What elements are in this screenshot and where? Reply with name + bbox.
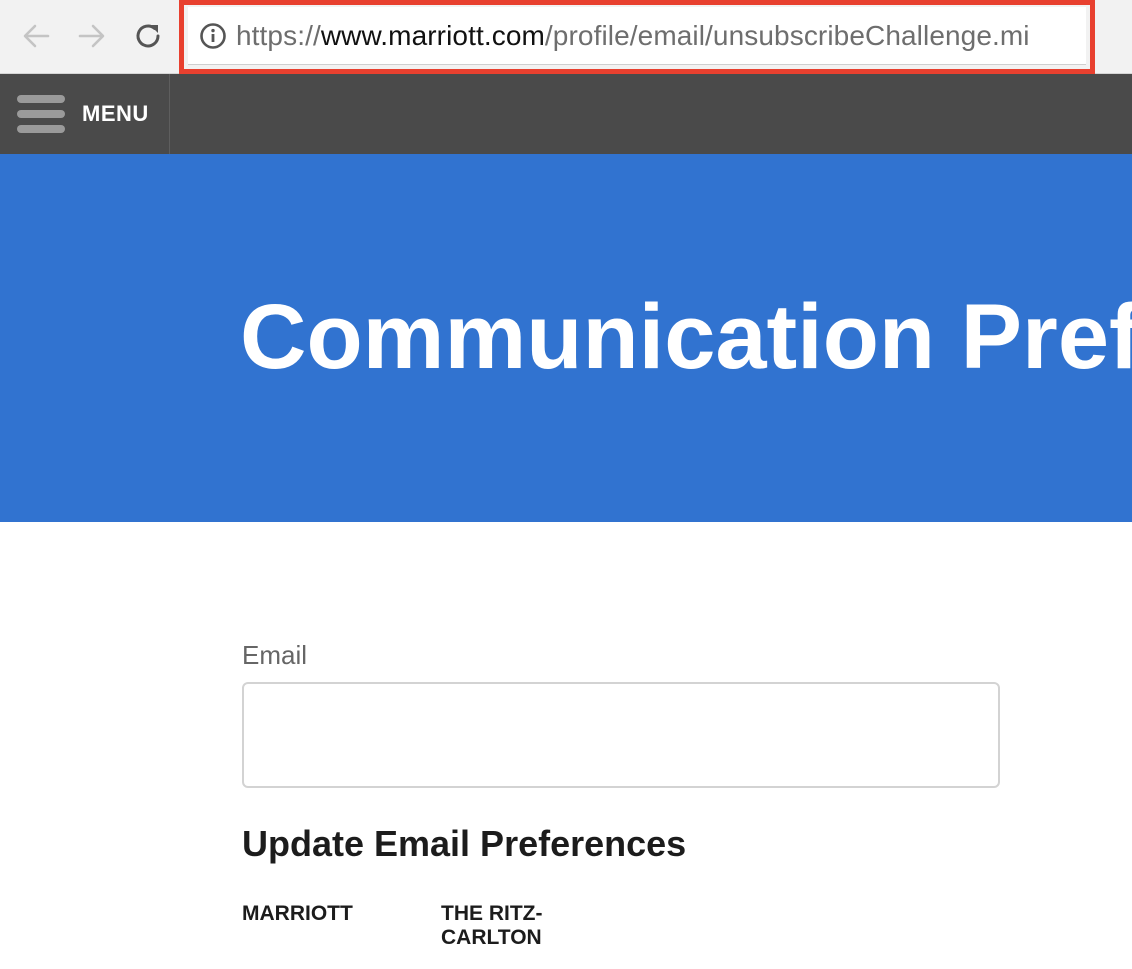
back-arrow-icon — [23, 24, 50, 48]
site-header: MENU — [0, 74, 1132, 154]
url-highlight-box — [179, 0, 1095, 74]
reload-icon — [136, 24, 160, 48]
menu-label: MENU — [82, 101, 149, 126]
browser-toolbar: https://www.marriott.com/profile/email/u… — [0, 0, 1132, 74]
menu-button[interactable]: MENU — [0, 74, 170, 154]
email-label: Email — [242, 640, 308, 670]
email-input[interactable] — [242, 682, 1000, 788]
hamburger-icon — [17, 95, 65, 133]
brand-tabs: MARRIOTT THE RITZ-CARLTON — [242, 902, 1002, 950]
brand-tab-marriott[interactable]: MARRIOTT — [242, 902, 441, 950]
brand-tab-ritz-carlton[interactable]: THE RITZ-CARLTON — [441, 902, 561, 950]
forward-button[interactable] — [74, 18, 110, 54]
reload-button[interactable] — [130, 18, 166, 54]
section-title: Update Email Preferences — [242, 823, 687, 864]
email-preferences-form: Email Update Email Preferences MARRIOTT … — [242, 640, 1002, 950]
forward-arrow-icon — [78, 24, 105, 48]
hero-banner: Communication Preferences — [0, 154, 1132, 522]
back-button[interactable] — [18, 18, 54, 54]
page-title: Communication Preferences — [240, 286, 1132, 388]
